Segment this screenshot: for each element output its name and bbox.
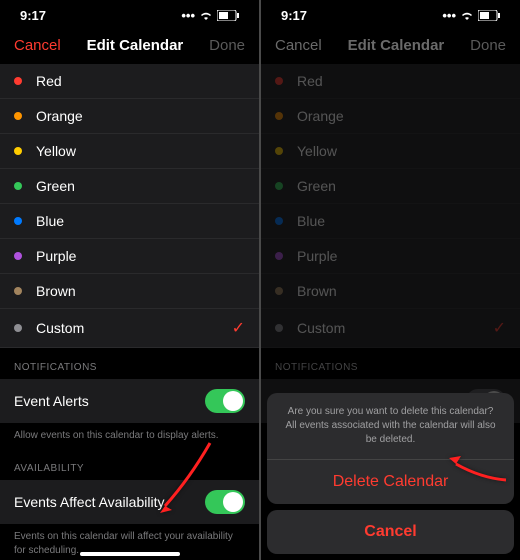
color-label: Blue	[297, 213, 325, 229]
color-row-red[interactable]: Red	[0, 64, 259, 99]
color-row-blue[interactable]: Blue	[261, 204, 520, 239]
color-row-yellow[interactable]: Yellow	[0, 134, 259, 169]
color-dot	[275, 182, 283, 190]
action-sheet: Are you sure you want to delete this cal…	[261, 387, 520, 560]
color-dot	[14, 182, 22, 190]
status-time: 9:17	[20, 8, 46, 23]
status-icons: •••	[181, 8, 239, 23]
cancel-button[interactable]: Cancel	[275, 37, 322, 54]
done-button[interactable]: Done	[470, 37, 506, 54]
color-label: Yellow	[36, 143, 76, 159]
status-bar: 9:17 •••	[261, 0, 520, 27]
section-availability: AVAILABILITY	[0, 449, 259, 480]
page-title: Edit Calendar	[87, 37, 184, 54]
color-dot	[14, 112, 22, 120]
color-row-green[interactable]: Green	[261, 169, 520, 204]
nav-bar: Cancel Edit Calendar Done	[261, 27, 520, 64]
screenshot-left: 9:17 ••• Cancel Edit Calendar Done Red Or…	[0, 0, 259, 560]
color-dot	[14, 324, 22, 332]
checkmark-icon: ✓	[232, 318, 245, 338]
page-title: Edit Calendar	[348, 37, 445, 54]
event-alerts-row[interactable]: Event Alerts	[0, 379, 259, 423]
signal-icon: •••	[181, 8, 195, 23]
color-row-blue[interactable]: Blue	[0, 204, 259, 239]
availability-toggle[interactable]	[205, 490, 245, 514]
status-icons: •••	[442, 8, 500, 23]
color-label: Green	[36, 178, 75, 194]
battery-icon	[478, 10, 500, 21]
alerts-help: Allow events on this calendar to display…	[0, 423, 259, 449]
color-list-right: Red Orange Yellow Green Blue Purple Brown Custo…	[261, 64, 520, 348]
color-list-left: Red Orange Yellow Green Blue Purple Brown Custo…	[0, 64, 259, 348]
color-dot	[275, 287, 283, 295]
color-label: Brown	[297, 283, 337, 299]
color-dot	[14, 287, 22, 295]
color-dot	[275, 147, 283, 155]
battery-icon	[217, 10, 239, 21]
color-row-red[interactable]: Red	[261, 64, 520, 99]
color-label: Orange	[297, 108, 344, 124]
color-label: Custom	[36, 320, 84, 336]
done-button[interactable]: Done	[209, 37, 245, 54]
color-dot	[275, 217, 283, 225]
color-dot	[275, 112, 283, 120]
color-dot	[275, 324, 283, 332]
cancel-button[interactable]: Cancel	[14, 37, 61, 54]
wifi-icon	[460, 11, 474, 21]
home-indicator	[80, 552, 180, 556]
color-row-custom[interactable]: Custom ✓	[0, 309, 259, 348]
signal-icon: •••	[442, 8, 456, 23]
color-label: Custom	[297, 320, 345, 336]
nav-bar: Cancel Edit Calendar Done	[0, 27, 259, 64]
color-label: Purple	[36, 248, 76, 264]
event-alerts-toggle[interactable]	[205, 389, 245, 413]
color-row-purple[interactable]: Purple	[261, 239, 520, 274]
availability-row[interactable]: Events Affect Availability	[0, 480, 259, 524]
section-notifications: NOTIFICATIONS	[261, 348, 520, 379]
color-label: Orange	[36, 108, 83, 124]
checkmark-icon: ✓	[493, 318, 506, 338]
color-dot	[275, 77, 283, 85]
color-dot	[14, 252, 22, 260]
status-bar: 9:17 •••	[0, 0, 259, 27]
color-dot	[14, 147, 22, 155]
wifi-icon	[199, 11, 213, 21]
status-time: 9:17	[281, 8, 307, 23]
color-dot	[275, 252, 283, 260]
color-label: Red	[297, 73, 323, 89]
color-row-brown[interactable]: Brown	[0, 274, 259, 309]
color-label: Blue	[36, 213, 64, 229]
color-row-yellow[interactable]: Yellow	[261, 134, 520, 169]
color-dot	[14, 77, 22, 85]
color-label: Red	[36, 73, 62, 89]
color-label: Green	[297, 178, 336, 194]
color-row-custom[interactable]: Custom ✓	[261, 309, 520, 348]
color-row-green[interactable]: Green	[0, 169, 259, 204]
sheet-delete-button[interactable]: Delete Calendar	[267, 459, 514, 504]
availability-label: Events Affect Availability	[14, 494, 164, 510]
color-dot	[14, 217, 22, 225]
color-row-purple[interactable]: Purple	[0, 239, 259, 274]
color-label: Brown	[36, 283, 76, 299]
section-notifications: NOTIFICATIONS	[0, 348, 259, 379]
event-alerts-label: Event Alerts	[14, 393, 89, 409]
sheet-message: Are you sure you want to delete this cal…	[267, 393, 514, 459]
color-label: Purple	[297, 248, 337, 264]
color-label: Yellow	[297, 143, 337, 159]
screenshot-right: 9:17 ••• Cancel Edit Calendar Done Red Or…	[261, 0, 520, 560]
sheet-cancel-button[interactable]: Cancel	[267, 510, 514, 554]
color-row-brown[interactable]: Brown	[261, 274, 520, 309]
color-row-orange[interactable]: Orange	[0, 99, 259, 134]
color-row-orange[interactable]: Orange	[261, 99, 520, 134]
